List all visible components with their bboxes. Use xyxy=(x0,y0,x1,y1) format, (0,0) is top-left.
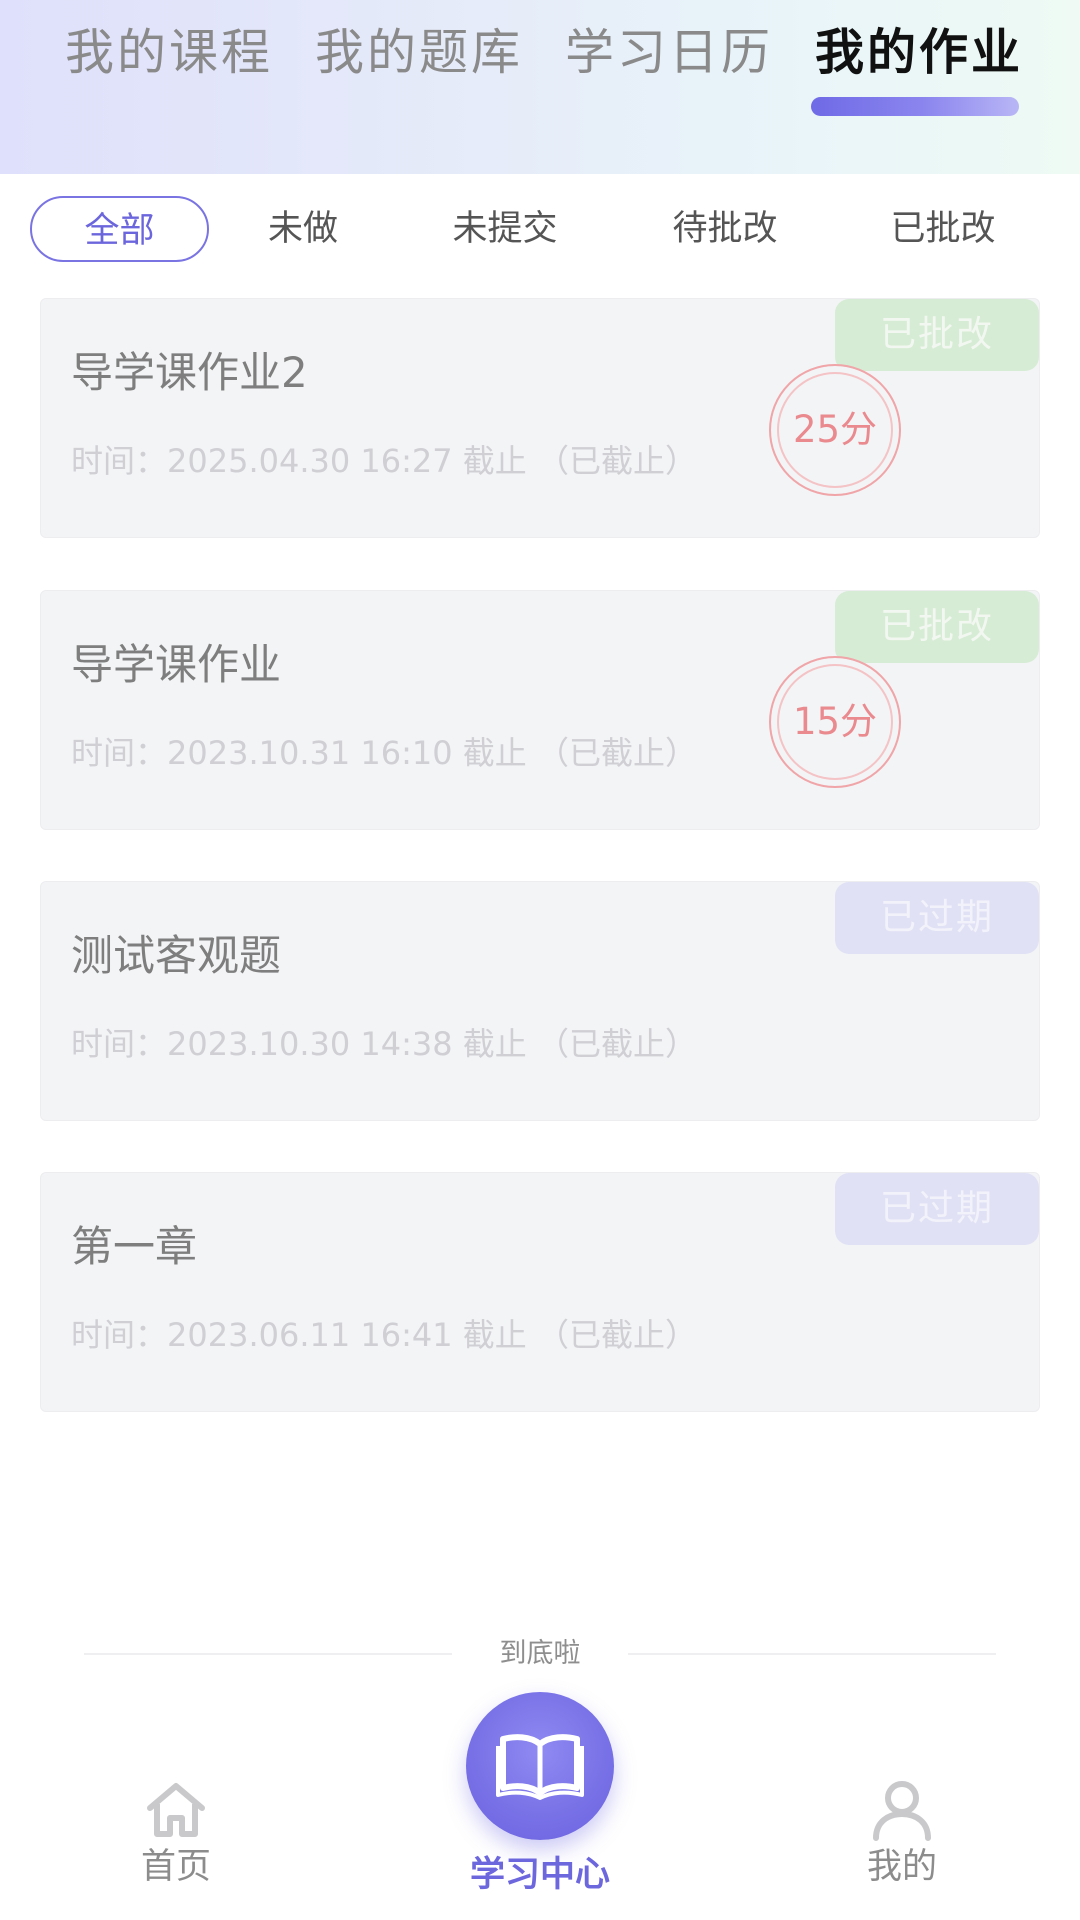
top-tab-bar: 我的课程 我的题库 学习日历 我的作业 xyxy=(0,0,1080,174)
filter-not-submitted[interactable]: 未提交 xyxy=(420,196,590,262)
assignment-title: 测试客观题 xyxy=(71,931,282,980)
person-icon xyxy=(873,1781,931,1841)
nav-home-label: 首页 xyxy=(140,1847,211,1887)
status-badge: 已批改 xyxy=(835,299,1039,371)
study-center-button[interactable] xyxy=(466,1692,614,1840)
assignment-card[interactable]: 第一章 时间：2023.06.11 16:41 截止 （已截止） 已过期 xyxy=(40,1172,1040,1412)
nav-mine-label: 我的 xyxy=(866,1847,937,1887)
end-divider-left xyxy=(84,1653,452,1655)
end-divider-right xyxy=(628,1653,996,1655)
filter-bar: 全部 未做 未提交 待批改 已批改 xyxy=(0,174,1080,284)
nav-mine[interactable]: 我的 xyxy=(842,1778,962,1892)
filter-graded[interactable]: 已批改 xyxy=(858,196,1028,262)
assignment-deadline: 时间：2023.10.31 16:10 截止 （已截止） xyxy=(71,734,697,772)
assignment-title: 导学课作业 xyxy=(71,640,282,689)
assignment-deadline: 时间：2023.06.11 16:41 截止 （已截止） xyxy=(71,1316,697,1354)
assignment-card[interactable]: 测试客观题 时间：2023.10.30 14:38 截止 （已截止） 已过期 xyxy=(40,881,1040,1121)
status-badge: 已过期 xyxy=(835,1173,1039,1245)
status-badge: 已批改 xyxy=(835,591,1039,663)
nav-study-center-label: 学习中心 xyxy=(469,1855,610,1895)
assignment-title: 第一章 xyxy=(71,1222,198,1271)
score-stamp: 15分 xyxy=(769,656,901,788)
assignments-page: 我的课程 我的题库 学习日历 我的作业 全部 未做 未提交 待批改 已批改 导学… xyxy=(0,0,1080,1920)
assignment-deadline: 时间：2025.04.30 16:27 截止 （已截止） xyxy=(71,442,697,480)
nav-home[interactable]: 首页 xyxy=(116,1778,236,1892)
tab-my-courses[interactable]: 我的课程 xyxy=(65,18,273,88)
open-book-icon xyxy=(496,1734,584,1800)
score-stamp: 25分 xyxy=(769,364,901,496)
tab-study-calendar[interactable]: 学习日历 xyxy=(565,18,773,88)
home-icon xyxy=(147,1783,205,1837)
status-badge: 已过期 xyxy=(835,882,1039,954)
end-of-list-text: 到底啦 xyxy=(499,1638,581,1669)
assignment-card[interactable]: 导学课作业2 时间：2025.04.30 16:27 截止 （已截止） 已批改 … xyxy=(40,298,1040,538)
filter-pending-review[interactable]: 待批改 xyxy=(640,196,810,262)
filter-all[interactable]: 全部 xyxy=(30,196,209,262)
assignment-deadline: 时间：2023.10.30 14:38 截止 （已截止） xyxy=(71,1025,697,1063)
active-tab-indicator xyxy=(811,97,1019,116)
filter-not-done[interactable]: 未做 xyxy=(228,196,378,262)
nav-study-center[interactable]: 学习中心 xyxy=(440,1850,640,1900)
assignment-title: 导学课作业2 xyxy=(71,348,308,397)
assignment-card[interactable]: 导学课作业 时间：2023.10.31 16:10 截止 （已截止） 已批改 1… xyxy=(40,590,1040,830)
tab-my-question-bank[interactable]: 我的题库 xyxy=(315,18,523,88)
tab-my-assignments[interactable]: 我的作业 xyxy=(815,18,1023,88)
